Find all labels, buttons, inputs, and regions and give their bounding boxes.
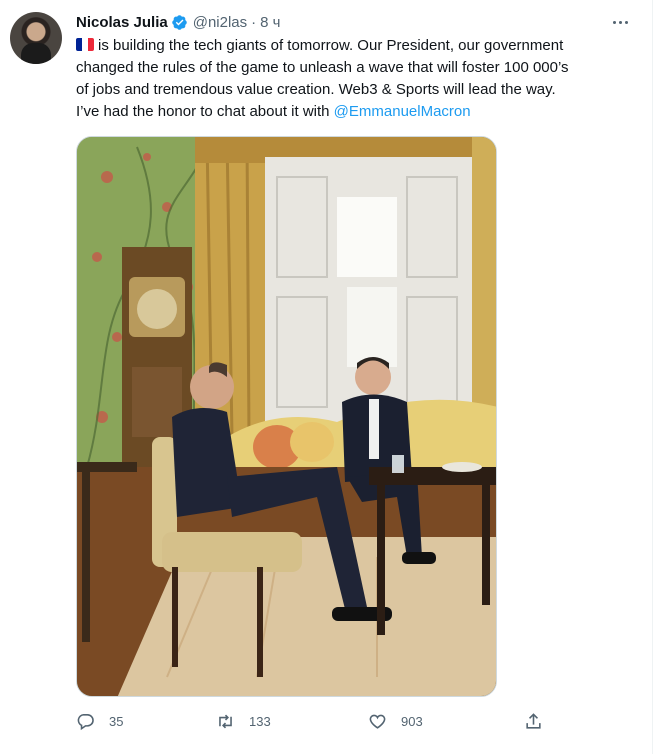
avatar[interactable] [10,12,62,64]
tweet-text-line-1: is building the tech giants of tomorrow.… [76,35,636,57]
separator-dot: · [251,13,257,31]
tweet-text: is building the tech giants of tomorrow.… [76,35,636,123]
tweet[interactable]: Nicolas Julia @ni2las · 8 ч is building … [0,0,653,754]
tweet-actions: 35 133 903 [76,712,546,734]
author-name[interactable]: Nicolas Julia [76,14,168,31]
retweet-button[interactable]: 133 [216,712,271,731]
tweet-text-line-2: changed the rules of the game to unleash… [76,59,569,76]
france-flag-icon [76,38,94,51]
tweet-text-segment: is building the tech giants of tomorrow.… [98,37,564,54]
author-handle[interactable]: @ni2las [193,14,247,31]
verified-badge-icon [171,14,187,30]
reply-button[interactable]: 35 [76,712,123,731]
share-button[interactable] [524,712,557,731]
heart-icon [369,714,386,729]
tweet-text-line-4: I’ve had the honor to chat about it with… [76,101,636,123]
like-count: 903 [401,714,423,729]
reply-icon [77,713,94,731]
mention-link[interactable]: @EmmanuelMacron [334,103,471,120]
share-icon [526,713,541,729]
tweet-photo[interactable] [76,136,497,697]
tweet-timestamp[interactable]: 8 ч [260,14,280,31]
retweet-count: 133 [249,714,271,729]
retweet-icon [219,714,232,729]
photo-illustration [77,137,496,696]
reply-count: 35 [109,714,124,729]
tweet-text-segment: I’ve had the honor to chat about it with [76,103,334,120]
like-button[interactable]: 903 [368,712,423,731]
tweet-text-line-3: of jobs and tremendous value creation. W… [76,81,556,98]
more-options-icon[interactable] [610,12,630,32]
tweet-header: Nicolas Julia @ni2las · 8 ч [76,12,280,32]
